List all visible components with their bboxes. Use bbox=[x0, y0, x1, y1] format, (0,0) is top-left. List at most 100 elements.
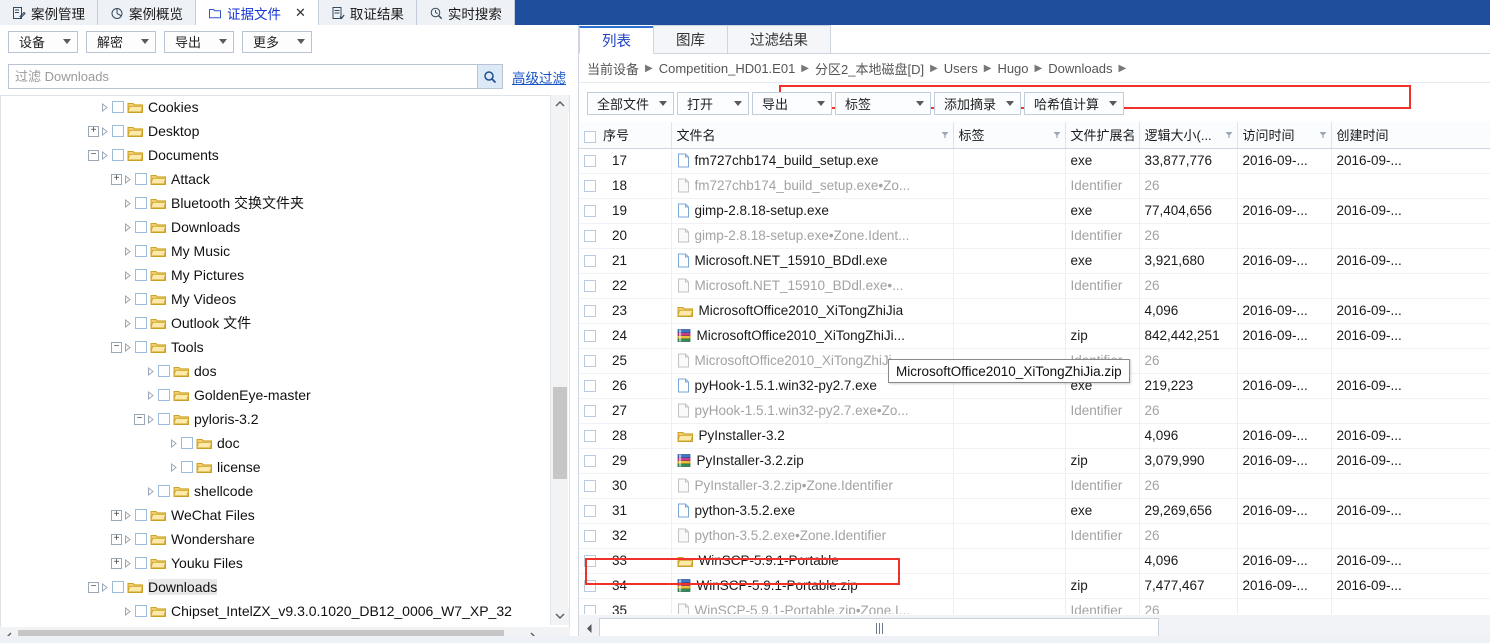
tree-checkbox[interactable] bbox=[112, 101, 124, 113]
tree-checkbox[interactable] bbox=[135, 317, 147, 329]
tab-gallery-view[interactable]: 图库 bbox=[653, 25, 728, 53]
table-row[interactable]: 27 pyHook-1.5.1.win32-py2.7.exe•Zo... Iden… bbox=[579, 398, 1490, 424]
tree-checkbox[interactable] bbox=[181, 461, 193, 473]
tree-checkbox[interactable] bbox=[158, 485, 170, 497]
tree-expand-icon[interactable]: + bbox=[88, 125, 99, 137]
table-row[interactable]: 20 gimp-2.8.18-setup.exe•Zone.Ident... Ide… bbox=[579, 223, 1490, 249]
export-dropdown-button[interactable]: 导出 bbox=[752, 91, 833, 115]
tree-item-desktop[interactable]: + Desktop bbox=[0, 119, 548, 143]
column-header[interactable]: 创建时间 bbox=[1331, 122, 1490, 149]
tab-case-overview[interactable]: 案例概览 bbox=[98, 0, 196, 25]
column-header[interactable]: 文件名 bbox=[671, 122, 954, 149]
table-row[interactable]: 23 MicrosoftOffice2010_XiTongZhiJia 4,096 2… bbox=[579, 298, 1490, 324]
file-name-cell[interactable]: python-3.5.2.exe bbox=[671, 498, 954, 524]
breadcrumb-item[interactable]: Downloads bbox=[1048, 61, 1112, 76]
file-name-cell[interactable]: PyInstaller-3.2 bbox=[671, 423, 954, 449]
tree-checkbox[interactable] bbox=[112, 149, 124, 161]
table-row[interactable]: 29 PyInstaller-3.2.zip zip 3,079,990 2016-09… bbox=[579, 448, 1490, 474]
file-name-cell[interactable]: python-3.5.2.exe•Zone.Identifier bbox=[671, 523, 954, 549]
file-name-cell[interactable]: gimp-2.8.18-setup.exe•Zone.Ident... bbox=[671, 223, 954, 249]
tree-collapse-icon[interactable]: − bbox=[88, 149, 99, 161]
file-name-cell[interactable]: Microsoft.NET_15910_BDdl.exe•... bbox=[671, 273, 954, 299]
tree-item-shellcode[interactable]: shellcode bbox=[0, 479, 548, 503]
tree-checkbox[interactable] bbox=[135, 197, 147, 209]
table-row[interactable]: 17 fm727chb174_build_setup.exe exe 33,877,7… bbox=[579, 148, 1490, 174]
tree-arrow-icon[interactable] bbox=[99, 102, 110, 113]
tree-item-downloads[interactable]: Downloads bbox=[0, 215, 548, 239]
table-row[interactable]: 22 Microsoft.NET_15910_BDdl.exe•... Identi… bbox=[579, 273, 1490, 299]
table-row[interactable]: 30 PyInstaller-3.2.zip•Zone.Identifier Ide… bbox=[579, 473, 1490, 499]
tree-arrow-icon[interactable] bbox=[122, 342, 133, 353]
advanced-filter-link[interactable]: 高级过滤 bbox=[512, 67, 566, 87]
file-name-cell[interactable]: WinSCP-5.9.1-Portable bbox=[671, 548, 954, 574]
breadcrumb-item[interactable]: 分区2_本地磁盘[D] bbox=[815, 59, 924, 78]
column-filter-icon[interactable] bbox=[1319, 131, 1327, 139]
tree-arrow-icon[interactable] bbox=[168, 438, 179, 449]
tree-checkbox[interactable] bbox=[112, 581, 124, 593]
tree-checkbox[interactable] bbox=[135, 245, 147, 257]
tag-dropdown-button[interactable]: 标签 bbox=[835, 91, 932, 115]
all-files-dropdown-button[interactable]: 全部文件 bbox=[587, 91, 675, 115]
column-filter-icon[interactable] bbox=[1127, 131, 1135, 139]
tree-arrow-icon[interactable] bbox=[99, 582, 110, 593]
tree-arrow-icon[interactable] bbox=[122, 534, 133, 545]
tree-item-wondershare[interactable]: + Wondershare bbox=[0, 527, 548, 551]
tree-item-license[interactable]: license bbox=[0, 455, 548, 479]
table-row[interactable]: 21 Microsoft.NET_15910_BDdl.exe exe 3,921,6… bbox=[579, 248, 1490, 274]
table-row[interactable]: 19 gimp-2.8.18-setup.exe exe 77,404,656 2016… bbox=[579, 198, 1490, 224]
tree-item-outlook[interactable]: Outlook 文件 bbox=[0, 311, 548, 335]
tree-arrow-icon[interactable] bbox=[122, 270, 133, 281]
tree-item-bluetooth[interactable]: Bluetooth 交换文件夹 bbox=[0, 191, 548, 215]
tree-checkbox[interactable] bbox=[135, 557, 147, 569]
tree-checkbox[interactable] bbox=[135, 533, 147, 545]
add-excerpt-dropdown-button[interactable]: 添加摘录 bbox=[934, 91, 1022, 115]
scrollbar-track[interactable] bbox=[599, 618, 1469, 638]
row-checkbox[interactable] bbox=[584, 280, 596, 293]
file-name-cell[interactable]: WinSCP-5.9.1-Portable.zip bbox=[671, 573, 954, 599]
table-row[interactable]: 33 WinSCP-5.9.1-Portable 4,096 2016-09-... 2… bbox=[579, 548, 1490, 574]
breadcrumb-item[interactable]: 当前设备 bbox=[587, 59, 639, 78]
scrollbar-thumb[interactable] bbox=[599, 618, 1159, 638]
tree-checkbox[interactable] bbox=[135, 269, 147, 281]
decrypt-dropdown-button[interactable]: 解密 bbox=[86, 30, 156, 53]
tree-vertical-scrollbar[interactable] bbox=[550, 95, 569, 625]
file-name-cell[interactable]: MicrosoftOffice2010_XiTongZhiJi... bbox=[671, 323, 954, 349]
tree-item-youku-files[interactable]: + Youku Files bbox=[0, 551, 548, 575]
column-filter-icon[interactable] bbox=[1053, 131, 1061, 139]
breadcrumb-item[interactable]: Hugo bbox=[997, 61, 1028, 76]
file-name-cell[interactable]: fm727chb174_build_setup.exe bbox=[671, 148, 954, 174]
column-header[interactable]: 访问时间 bbox=[1237, 122, 1332, 149]
row-checkbox[interactable] bbox=[584, 480, 596, 493]
column-header[interactable]: 逻辑大小(... bbox=[1139, 122, 1238, 149]
tree-item-cookies[interactable]: Cookies bbox=[0, 95, 548, 119]
export-dropdown-button[interactable]: 导出 bbox=[164, 30, 234, 53]
tree-item-pyloris-3-2[interactable]: − pyloris-3.2 bbox=[0, 407, 548, 431]
tab-close-icon[interactable]: ✕ bbox=[295, 6, 306, 19]
tree-arrow-icon[interactable] bbox=[122, 294, 133, 305]
file-name-cell[interactable]: WinSCP-5.9.1-Portable.zip•Zone.I... bbox=[671, 598, 954, 614]
tree-arrow-icon[interactable] bbox=[122, 606, 133, 617]
tree-checkbox[interactable] bbox=[135, 173, 147, 185]
row-checkbox[interactable] bbox=[584, 255, 596, 268]
tree-item-downloads[interactable]: − Downloads bbox=[0, 575, 548, 599]
tree-arrow-icon[interactable] bbox=[145, 390, 156, 401]
table-row[interactable]: 18 fm727chb174_build_setup.exe•Zo... Ident… bbox=[579, 173, 1490, 199]
tab-case-management[interactable]: 案例管理 bbox=[0, 0, 98, 25]
more-dropdown-button[interactable]: 更多 bbox=[242, 30, 312, 53]
tree-arrow-icon[interactable] bbox=[99, 126, 110, 137]
tree-arrow-icon[interactable] bbox=[122, 246, 133, 257]
row-checkbox[interactable] bbox=[584, 405, 596, 418]
row-checkbox[interactable] bbox=[584, 305, 596, 318]
column-header[interactable]: 标签 bbox=[953, 122, 1066, 149]
tree-expand-icon[interactable]: + bbox=[111, 557, 122, 569]
row-checkbox[interactable] bbox=[584, 355, 596, 368]
folder-tree[interactable]: Cookies + Desktop − Documents + Attack Bluetoot… bbox=[0, 95, 548, 625]
tree-arrow-icon[interactable] bbox=[145, 486, 156, 497]
tree-arrow-icon[interactable] bbox=[122, 174, 133, 185]
tree-checkbox[interactable] bbox=[158, 365, 170, 377]
tree-item-my-pictures[interactable]: My Pictures bbox=[0, 263, 548, 287]
column-header[interactable]: 序号 bbox=[579, 122, 672, 149]
row-checkbox[interactable] bbox=[584, 330, 596, 343]
tree-expand-icon[interactable]: + bbox=[111, 509, 122, 521]
tab-filter-results[interactable]: 过滤结果 bbox=[727, 25, 831, 53]
